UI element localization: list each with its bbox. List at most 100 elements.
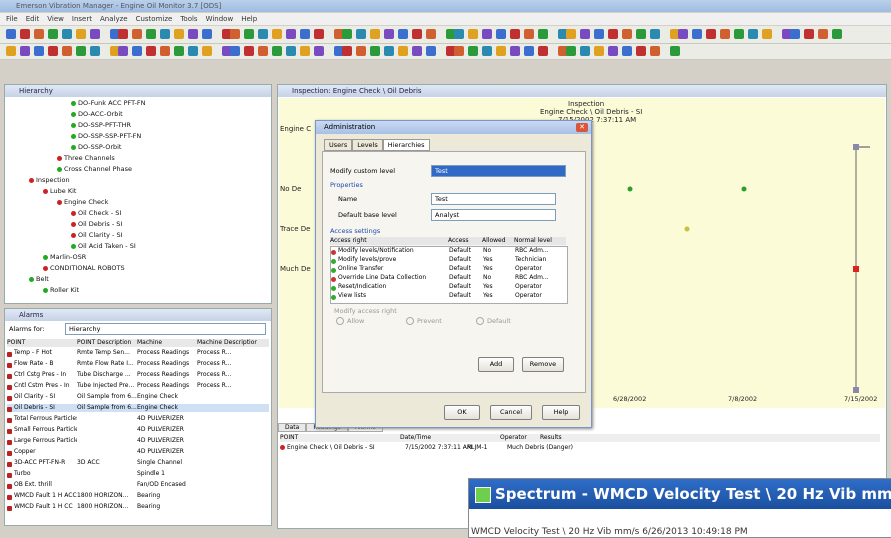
dialog-tab[interactable]: Users — [324, 139, 353, 151]
alarms-table-row[interactable]: Total Ferrous Particles 4D PULVERIZER — [7, 415, 269, 423]
access-row[interactable]: Modify levels/prove Default Yes Technician — [331, 256, 567, 264]
menu-item-7[interactable]: Window — [206, 15, 234, 23]
alarms-column-header[interactable]: POINT — [7, 339, 77, 346]
toolbar-icon[interactable] — [34, 46, 44, 56]
toolbar-icon[interactable] — [272, 46, 282, 56]
alarms-table-row[interactable]: OB Ext. thrill Fan/OD Encased — [7, 481, 269, 489]
tree-item[interactable]: DO-SSP-Orbit — [71, 143, 121, 151]
modify-level-select[interactable]: Test — [431, 165, 566, 177]
tree-item[interactable]: Oil Clarity - SI — [71, 231, 123, 239]
bottom-tab[interactable]: Data — [278, 423, 307, 432]
tree-item[interactable]: DO-SSP-SSP-PFT-FN — [71, 132, 141, 140]
toolbar-icon[interactable] — [426, 46, 436, 56]
alarms-column-header[interactable]: Machine Description — [197, 339, 257, 346]
tree-item[interactable]: Oil Debris - SI — [71, 220, 122, 228]
menu-item-4[interactable]: Analyze — [100, 15, 128, 23]
access-row[interactable]: View lists Default Yes Operator — [331, 292, 567, 300]
help-button[interactable]: Help — [542, 405, 580, 420]
toolbar-icon[interactable] — [356, 29, 366, 39]
toolbar-icon[interactable] — [636, 46, 646, 56]
toolbar-icon[interactable] — [48, 29, 58, 39]
toolbar-icon[interactable] — [90, 29, 100, 39]
toolbar-icon[interactable] — [510, 46, 520, 56]
toolbar-icon[interactable] — [258, 29, 268, 39]
menu-item-0[interactable]: File — [6, 15, 18, 23]
alarms-table-row[interactable]: Flow Rate - B Rmte Flow Rate I... Process … — [7, 360, 269, 368]
toolbar-icon[interactable] — [76, 46, 86, 56]
toolbar-icon[interactable] — [622, 29, 632, 39]
alarms-table-row[interactable]: 3D-ACC PFT-FN-R 3D ACC Single Channel — [7, 459, 269, 467]
tree-item[interactable]: Marlin-OSR — [43, 253, 86, 261]
toolbar-icon[interactable] — [706, 29, 716, 39]
tree-item[interactable]: CONDITIONAL ROBOTS — [43, 264, 125, 272]
toolbar-icon[interactable] — [34, 29, 44, 39]
toolbar-icon[interactable] — [258, 46, 268, 56]
toolbar-icon[interactable] — [566, 29, 576, 39]
toolbar-icon[interactable] — [314, 29, 324, 39]
toolbar-icon[interactable] — [608, 46, 618, 56]
toolbar-icon[interactable] — [202, 46, 212, 56]
toolbar-icon[interactable] — [62, 46, 72, 56]
toolbar-icon[interactable] — [818, 29, 828, 39]
radio-option[interactable]: Prevent — [406, 317, 476, 325]
toolbar-icon[interactable] — [608, 29, 618, 39]
remove-button[interactable]: Remove — [522, 357, 564, 372]
results-column-header[interactable]: Results — [540, 434, 640, 441]
alarms-table-row[interactable]: Cntl Cstm Pres - In Tube Injected Pre... P… — [7, 382, 269, 390]
toolbar-icon[interactable] — [496, 46, 506, 56]
results-column-header[interactable]: Date/Time — [400, 434, 460, 441]
menu-item-2[interactable]: View — [47, 15, 64, 23]
toolbar-icon[interactable] — [538, 46, 548, 56]
toolbar-icon[interactable] — [160, 46, 170, 56]
toolbar-icon[interactable] — [384, 29, 394, 39]
alarms-table-row[interactable]: WMCD Fault 1 H ACC1800 HORIZON... Bearing — [7, 492, 269, 500]
tree-item[interactable]: Three Channels — [57, 154, 115, 162]
toolbar-icon[interactable] — [678, 29, 688, 39]
tree-item[interactable]: Cross Channel Phase — [57, 165, 132, 173]
toolbar-icon[interactable] — [482, 46, 492, 56]
toolbar-icon[interactable] — [734, 29, 744, 39]
toolbar-icon[interactable] — [496, 29, 506, 39]
access-column-header[interactable]: Normal level — [514, 237, 564, 244]
toolbar-icon[interactable] — [90, 46, 100, 56]
access-row[interactable]: Reset/Indication Default Yes Operator — [331, 283, 567, 291]
toolbar-icon[interactable] — [454, 46, 464, 56]
tree-item[interactable]: DO-ACC-Orbit — [71, 110, 123, 118]
toolbar-icon[interactable] — [132, 46, 142, 56]
toolbar-icon[interactable] — [188, 29, 198, 39]
results-column-header[interactable]: Operator — [500, 434, 540, 441]
access-row[interactable]: Override Line Data Collection Default No RB… — [331, 274, 567, 282]
tree-item[interactable]: Belt — [29, 275, 49, 283]
toolbar-icon[interactable] — [524, 29, 534, 39]
results-table-row[interactable]: Engine Check \ Oil Debris - SI 7/15/2002 … — [280, 444, 880, 452]
toolbar-icon[interactable] — [580, 46, 590, 56]
toolbar-icon[interactable] — [482, 29, 492, 39]
radio-option[interactable]: Allow — [336, 317, 406, 325]
menu-item-8[interactable]: Help — [241, 15, 257, 23]
tree-item[interactable]: Lube Kit — [43, 187, 76, 195]
dialog-tab[interactable]: Hierarchies — [382, 139, 430, 151]
toolbar-icon[interactable] — [566, 46, 576, 56]
menu-item-3[interactable]: Insert — [72, 15, 92, 23]
toolbar-icon[interactable] — [510, 29, 520, 39]
alarms-column-header[interactable]: POINT Description — [77, 339, 137, 346]
toolbar-icon[interactable] — [650, 29, 660, 39]
toolbar-icon[interactable] — [832, 29, 842, 39]
alarms-table-row[interactable]: Oil Debris - SI Oil Sample from 6...Engin… — [7, 404, 269, 412]
toolbar-icon[interactable] — [118, 46, 128, 56]
menu-item-6[interactable]: Tools — [180, 15, 197, 23]
ok-button[interactable]: OK — [444, 405, 480, 420]
toolbar-icon[interactable] — [468, 46, 478, 56]
menu-item-5[interactable]: Customize — [136, 15, 173, 23]
access-row[interactable]: Modify levels/Notification Default No RBC A… — [331, 247, 567, 255]
toolbar-icon[interactable] — [398, 29, 408, 39]
toolbar-icon[interactable] — [398, 46, 408, 56]
toolbar-icon[interactable] — [272, 29, 282, 39]
toolbar-icon[interactable] — [174, 29, 184, 39]
tree-item[interactable]: Oil Acid Taken - SI — [71, 242, 136, 250]
toolbar-icon[interactable] — [230, 29, 240, 39]
alarms-table-row[interactable]: Temp - F Hot Rmte Temp Sen... Process Read… — [7, 349, 269, 357]
default-base-level-select[interactable]: Analyst — [431, 209, 556, 221]
toolbar-icon[interactable] — [244, 46, 254, 56]
toolbar-icon[interactable] — [286, 29, 296, 39]
